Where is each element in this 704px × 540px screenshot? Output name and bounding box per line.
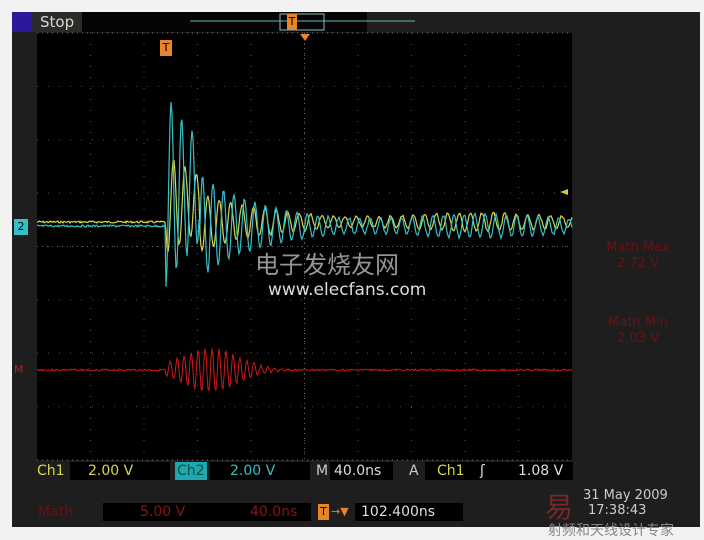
ch1-label[interactable]: Ch1 — [37, 463, 65, 479]
trigger-prefix: A — [409, 463, 419, 479]
timebase-value[interactable]: 40.0ns — [334, 463, 381, 479]
ch2-scale[interactable]: 2.00 V — [230, 463, 275, 479]
trigger-position-icon: T — [318, 504, 329, 520]
ch2-label[interactable]: Ch2 — [175, 462, 207, 480]
trigger-position[interactable]: 102.400ns — [361, 504, 435, 520]
trigger-position-arrow — [300, 34, 310, 41]
math-min-value: 2.03 V — [617, 331, 659, 346]
trigger-level-arrow — [560, 189, 568, 195]
ch1-scale[interactable]: 2.00 V — [88, 463, 133, 479]
time: 17:38:43 — [588, 503, 647, 518]
watermark-footer: 射频和天线设计专家 — [548, 523, 674, 539]
math-min-label: Math Min — [608, 315, 668, 330]
arrow-right-icon: →▼ — [331, 505, 349, 518]
timebase-prefix: M — [316, 463, 329, 479]
record-trigger-marker: T — [287, 14, 297, 30]
ch2-ground-marker[interactable]: 2 — [14, 219, 28, 235]
math-time[interactable]: 40.0ns — [250, 504, 297, 520]
math-max-label: Math Max — [606, 240, 670, 255]
math-ground-marker[interactable]: M — [14, 362, 24, 378]
watermark-url: www.elecfans.com — [268, 280, 427, 300]
trigger-source[interactable]: Ch1 — [437, 463, 465, 479]
math-waveform — [36, 348, 573, 393]
math-label[interactable]: Math — [38, 504, 73, 520]
trigger-marker: T — [160, 40, 172, 56]
math-scale[interactable]: 5.00 V — [140, 504, 185, 520]
trigger-level[interactable]: 1.08 V — [518, 463, 563, 479]
math-max-value: 2.72 V — [617, 256, 659, 271]
date: 31 May 2009 — [583, 488, 668, 503]
watermark-cn: 电子发烧友网 — [255, 251, 399, 279]
trigger-slope-icon[interactable]: ʃ — [480, 463, 485, 479]
